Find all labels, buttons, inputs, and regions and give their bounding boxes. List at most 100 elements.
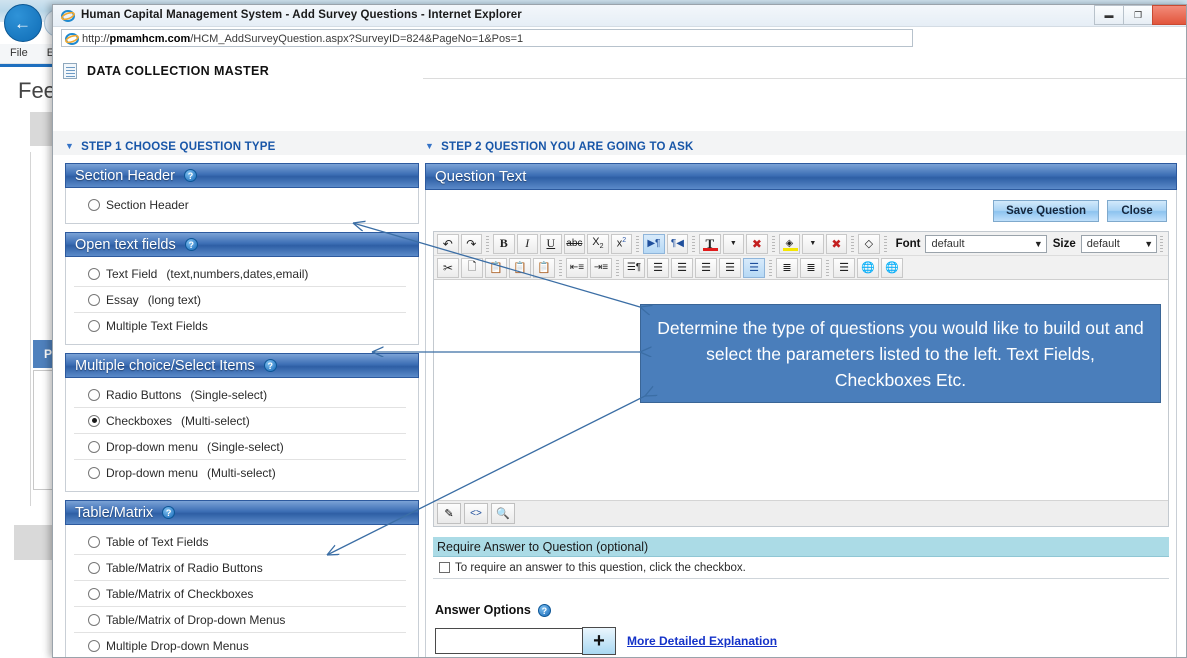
- radio-icon[interactable]: [88, 613, 100, 626]
- help-icon[interactable]: ?: [183, 169, 197, 182]
- radio-icon[interactable]: [88, 467, 100, 479]
- background-color-dropdown-icon[interactable]: ▼: [802, 233, 824, 254]
- paste-from-word-icon[interactable]: 📋: [533, 257, 555, 278]
- eraser-icon[interactable]: ◇: [858, 233, 880, 254]
- option-row[interactable]: Text Field (text,numbers,dates,email): [74, 261, 406, 287]
- option-sublabel: (Single-select): [190, 387, 268, 402]
- radio-icon[interactable]: [88, 535, 100, 548]
- option-row[interactable]: Essay (long text): [74, 287, 406, 313]
- option-row[interactable]: Table/Matrix of Radio Buttons: [74, 555, 406, 581]
- design-view-icon[interactable]: ✎: [437, 503, 461, 524]
- radio-icon[interactable]: [88, 293, 100, 306]
- underline-icon[interactable]: U: [540, 233, 562, 254]
- option-row-selected[interactable]: Checkboxes (Multi-select): [74, 408, 406, 434]
- back-button[interactable]: ←: [4, 4, 42, 42]
- question-text-title: Question Text: [435, 168, 527, 185]
- redo-icon[interactable]: ↷: [460, 233, 483, 254]
- require-answer-checkbox[interactable]: [439, 562, 450, 573]
- font-value: default: [931, 237, 965, 250]
- group-body: Text Field (text,numbers,dates,email) Es…: [65, 257, 419, 345]
- option-row[interactable]: Drop-down menu (Multi-select): [74, 460, 406, 486]
- copy-icon[interactable]: 🗋: [461, 257, 483, 278]
- radio-icon[interactable]: [88, 587, 100, 600]
- toolbar-separator: [826, 259, 829, 276]
- group-header-open-text-fields[interactable]: Open text fields ?: [65, 232, 419, 257]
- minimize-button[interactable]: ▬: [1094, 5, 1124, 25]
- step-2-toggle[interactable]: ▼ STEP 2 QUESTION YOU ARE GOING TO ASK: [425, 141, 693, 153]
- align-center-icon[interactable]: ☰: [671, 257, 693, 278]
- remove-link-icon[interactable]: 🌐: [881, 257, 903, 278]
- cut-icon[interactable]: ✂: [437, 257, 459, 278]
- radio-icon[interactable]: [88, 561, 100, 574]
- remove-text-color-icon[interactable]: ✖: [746, 233, 768, 254]
- radio-icon[interactable]: [88, 388, 100, 401]
- increase-indent-icon[interactable]: ⇥≡: [590, 257, 612, 278]
- help-icon[interactable]: ?: [184, 238, 198, 251]
- radio-icon[interactable]: [88, 267, 100, 280]
- toolbar-separator: [692, 235, 696, 252]
- bulleted-list-icon[interactable]: ≣: [800, 257, 822, 278]
- superscript-icon[interactable]: x2: [610, 233, 633, 254]
- group-header-multiple-choice[interactable]: Multiple choice/Select Items ?: [65, 353, 419, 378]
- option-row[interactable]: Section Header: [74, 192, 406, 218]
- option-row[interactable]: Table/Matrix of Drop-down Menus: [74, 607, 406, 633]
- option-row[interactable]: Drop-down menu (Single-select): [74, 434, 406, 460]
- help-icon[interactable]: ?: [162, 506, 176, 519]
- paste-icon[interactable]: 📋: [485, 257, 507, 278]
- remove-format-icon[interactable]: ☰: [743, 257, 765, 278]
- help-icon[interactable]: ?: [263, 359, 277, 372]
- radio-icon[interactable]: [88, 640, 100, 652]
- align-justify-block-icon[interactable]: ☰¶: [623, 257, 645, 278]
- radio-icon-selected[interactable]: [88, 414, 100, 427]
- step-1-toggle[interactable]: ▼ STEP 1 CHOOSE QUESTION TYPE: [65, 141, 275, 153]
- rtl-direction-icon[interactable]: ¶◀: [666, 233, 689, 254]
- decrease-indent-icon[interactable]: ⇤≡: [566, 257, 588, 278]
- option-row[interactable]: Table/Matrix of Checkboxes: [74, 581, 406, 607]
- close-button[interactable]: Close: [1107, 200, 1167, 222]
- subscript-icon[interactable]: X2: [587, 233, 609, 254]
- size-value: default: [1086, 237, 1120, 250]
- radio-icon[interactable]: [88, 320, 100, 332]
- ltr-direction-icon[interactable]: ▶¶: [643, 233, 665, 254]
- numbered-list-icon[interactable]: ≣: [776, 257, 798, 278]
- strikethrough-icon[interactable]: abc: [563, 233, 586, 254]
- paste-plain-text-icon[interactable]: 📋: [509, 257, 531, 278]
- save-question-button[interactable]: Save Question: [993, 200, 1099, 222]
- group-header-section-header[interactable]: Section Header ?: [65, 163, 419, 188]
- option-row[interactable]: Table of Text Fields: [74, 529, 406, 555]
- horizontal-rule-icon[interactable]: ☰: [833, 257, 855, 278]
- require-answer-row[interactable]: To require an answer to this question, c…: [433, 557, 1169, 579]
- more-detailed-explanation-link[interactable]: More Detailed Explanation: [627, 634, 777, 648]
- bold-icon[interactable]: B: [492, 233, 515, 254]
- remove-background-color-icon[interactable]: ✖: [825, 233, 848, 254]
- option-row[interactable]: Radio Buttons (Single-select): [74, 382, 406, 408]
- group-header-table-matrix[interactable]: Table/Matrix ?: [65, 500, 419, 525]
- option-sublabel: (Single-select): [207, 439, 284, 454]
- text-color-dropdown-icon[interactable]: ▼: [722, 233, 745, 254]
- restore-button[interactable]: ❐: [1123, 5, 1153, 25]
- preview-icon[interactable]: 🔍: [491, 503, 515, 524]
- help-icon[interactable]: ?: [537, 603, 551, 617]
- font-select[interactable]: default ▼: [925, 234, 1047, 253]
- radio-icon[interactable]: [88, 440, 100, 453]
- radio-icon[interactable]: [88, 199, 100, 211]
- url-input[interactable]: http://pmamhcm.com/HCM_AddSurveyQuestion…: [61, 29, 913, 47]
- html-source-icon[interactable]: <>: [464, 503, 488, 524]
- italic-icon[interactable]: I: [516, 233, 539, 254]
- window-title: Human Capital Management System - Add Su…: [81, 9, 522, 21]
- menu-item-file[interactable]: File: [10, 47, 28, 59]
- align-justify-icon[interactable]: ☰: [719, 257, 741, 278]
- add-answer-option-button[interactable]: +: [582, 627, 616, 655]
- align-right-icon[interactable]: ☰: [695, 257, 717, 278]
- group-title: Table/Matrix: [75, 504, 154, 521]
- undo-icon[interactable]: ↶: [437, 233, 459, 254]
- text-color-icon[interactable]: T: [699, 233, 721, 254]
- align-left-icon[interactable]: ☰: [647, 257, 669, 278]
- option-row[interactable]: Multiple Text Fields: [74, 313, 406, 339]
- close-button[interactable]: [1152, 5, 1186, 25]
- insert-link-icon[interactable]: 🌐: [857, 257, 879, 278]
- option-row[interactable]: Multiple Drop-down Menus: [74, 633, 406, 657]
- size-select[interactable]: default ▼: [1080, 234, 1158, 253]
- answer-option-input[interactable]: [435, 628, 583, 654]
- background-color-icon[interactable]: ◈: [778, 233, 801, 254]
